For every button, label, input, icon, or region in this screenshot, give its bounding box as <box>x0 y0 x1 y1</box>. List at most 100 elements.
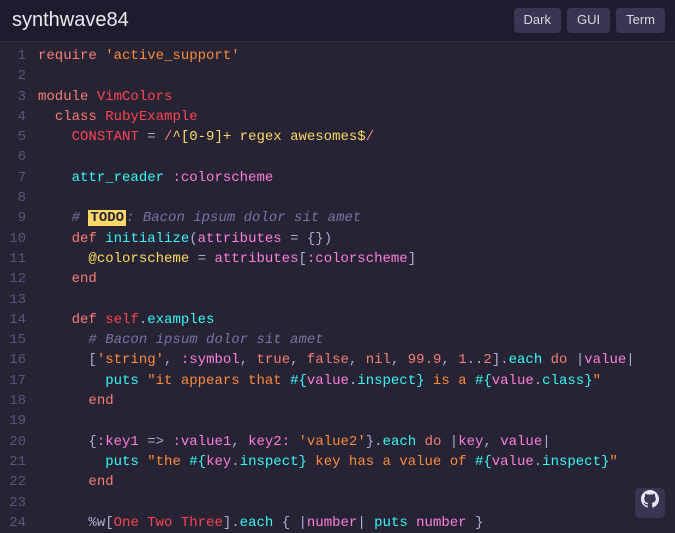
token-interp: #{ <box>189 454 206 470</box>
token-ident: inspect <box>240 454 299 470</box>
code-line: end <box>38 472 675 492</box>
tab-gui[interactable]: GUI <box>567 8 610 33</box>
token-punc: { <box>282 515 299 531</box>
token-op: | <box>542 434 550 450</box>
token-ident: examples <box>147 312 214 328</box>
line-number: 6 <box>0 147 26 167</box>
token-plain <box>38 393 88 409</box>
token-punc: ] <box>408 251 416 267</box>
token-keyword: def <box>72 231 97 247</box>
token-punc: } <box>475 515 483 531</box>
token-keyword: module <box>38 89 88 105</box>
tab-term[interactable]: Term <box>616 8 665 33</box>
code-line: attr_reader :colorscheme <box>38 168 675 188</box>
token-punc: [ <box>88 352 96 368</box>
token-op: .. <box>467 352 484 368</box>
code-line: def initialize(attributes = {}) <box>38 229 675 249</box>
token-plain <box>156 129 164 145</box>
token-nil: nil <box>366 352 391 368</box>
token-plain <box>290 434 298 450</box>
token-keyword: class <box>55 109 97 125</box>
token-punc: , <box>349 352 366 368</box>
line-number: 11 <box>0 249 26 269</box>
line-number: 17 <box>0 371 26 391</box>
line-number: 1 <box>0 46 26 66</box>
line-number: 7 <box>0 168 26 188</box>
code-line: {:key1 => :value1, key2: 'value2'}.each … <box>38 432 675 452</box>
code-line: @colorscheme = attributes[:colorscheme] <box>38 249 675 269</box>
code-line: ['string', :symbol, true, false, nil, 99… <box>38 350 675 370</box>
token-punc: , <box>164 352 181 368</box>
token-string: " <box>593 373 601 389</box>
token-const: One Two Three <box>114 515 223 531</box>
token-ident: puts <box>105 373 139 389</box>
token-comment: # <box>72 210 89 226</box>
token-punc: ]. <box>223 515 240 531</box>
token-keyword: do <box>551 352 568 368</box>
token-plain <box>38 332 88 348</box>
token-var: key <box>206 454 231 470</box>
token-plain <box>416 434 424 450</box>
code-area[interactable]: require 'active_support'module VimColors… <box>38 46 675 533</box>
github-link[interactable] <box>635 488 665 518</box>
token-sym: :colorscheme <box>172 170 273 186</box>
code-line: end <box>38 269 675 289</box>
token-const: CONSTANT <box>72 129 139 145</box>
token-punc: ]. <box>492 352 509 368</box>
token-interp: #{ <box>475 373 492 389</box>
token-comment: : Bacon ipsum dolor sit amet <box>126 210 361 226</box>
line-number: 24 <box>0 513 26 533</box>
token-plain <box>38 434 88 450</box>
token-ident: inspect <box>357 373 416 389</box>
code-line: %w[One Two Three].each { |number| puts n… <box>38 513 675 533</box>
token-num: 2 <box>483 352 491 368</box>
token-plain <box>97 48 105 64</box>
code-line: require 'active_support' <box>38 46 675 66</box>
code-line <box>38 493 675 513</box>
token-ident: each <box>240 515 274 531</box>
token-regexbody: ^[0-9]+ regex awesomes$ <box>172 129 365 145</box>
token-ident: inspect <box>542 454 601 470</box>
token-plain <box>97 312 105 328</box>
token-var: value <box>584 352 626 368</box>
mode-tabs: Dark GUI Term <box>514 8 665 33</box>
line-number: 15 <box>0 330 26 350</box>
token-plain <box>139 373 147 389</box>
token-plain <box>282 231 290 247</box>
line-number: 3 <box>0 87 26 107</box>
token-plain <box>189 251 197 267</box>
code-line: end <box>38 391 675 411</box>
token-sym: :colorscheme <box>307 251 408 267</box>
token-op: | <box>626 352 634 368</box>
token-plain <box>38 129 72 145</box>
code-line <box>38 188 675 208</box>
token-var: attributes <box>214 251 298 267</box>
code-line <box>38 411 675 431</box>
token-comment: # Bacon ipsum dolor sit amet <box>88 332 323 348</box>
token-op: => <box>147 434 164 450</box>
token-plain <box>38 474 88 490</box>
token-plain <box>467 515 475 531</box>
token-punc: . <box>231 454 239 470</box>
token-var: attributes <box>198 231 282 247</box>
line-number: 4 <box>0 107 26 127</box>
token-sym: key2: <box>248 434 290 450</box>
token-keyword: require <box>38 48 97 64</box>
token-plain <box>97 109 105 125</box>
token-punc: , <box>231 434 248 450</box>
token-punc: . <box>534 454 542 470</box>
code-line: class RubyExample <box>38 107 675 127</box>
token-ident: class <box>542 373 584 389</box>
token-interp: #{ <box>290 373 307 389</box>
token-bool: true <box>256 352 290 368</box>
token-op: | <box>576 352 584 368</box>
code-line: module VimColors <box>38 87 675 107</box>
token-punc: { <box>88 434 96 450</box>
token-plain <box>38 312 72 328</box>
token-punc: ( <box>189 231 197 247</box>
code-line <box>38 66 675 86</box>
tab-dark[interactable]: Dark <box>514 8 561 33</box>
token-sym: :value1 <box>172 434 231 450</box>
token-plain <box>38 454 105 470</box>
token-op: | <box>357 515 365 531</box>
